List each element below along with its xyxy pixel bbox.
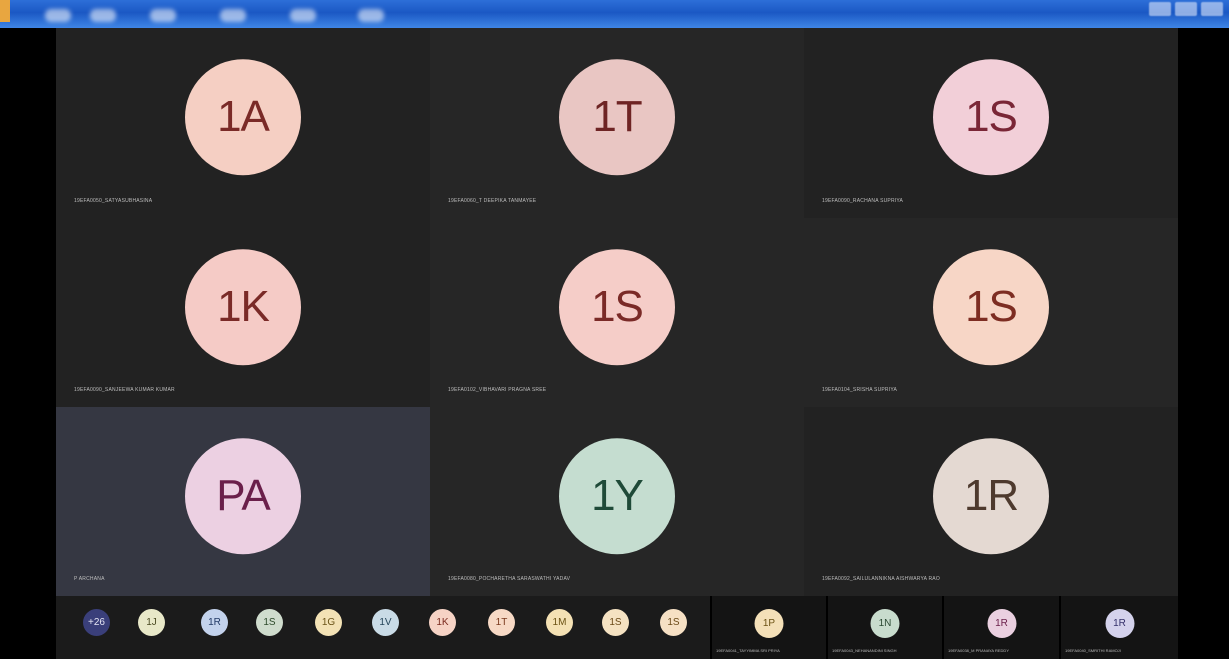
taskbar-app-icon[interactable] xyxy=(358,9,384,22)
strip-participant-avatar[interactable]: 1M xyxy=(546,609,573,636)
taskbar-app-icon[interactable] xyxy=(90,9,116,22)
strip-participant-tile[interactable]: 1R 19EFA0040_SMRITHI RAMOJI xyxy=(1059,596,1178,659)
strip-participant-avatar[interactable]: 1T xyxy=(488,609,515,636)
strip-participant-avatar[interactable]: 1V xyxy=(372,609,399,636)
strip-participant-avatar: 1P xyxy=(754,609,784,638)
strip-participant-avatar: 1R xyxy=(987,609,1016,638)
strip-participant-tile[interactable]: 1P 19EFA0041_TAYYIMMA SRI PRIYA xyxy=(710,596,826,659)
participant-tile[interactable]: 1S 19EFA0102_VIBHAVARI PRAGNA SREE xyxy=(430,218,804,407)
participant-avatar: PA xyxy=(185,437,301,554)
participant-name: 19EFA0090_RACHANA SUPRIYA xyxy=(822,198,904,204)
window-controls xyxy=(1143,0,1229,28)
taskbar-app-icon[interactable] xyxy=(150,9,176,22)
participant-avatar: 1T xyxy=(559,59,675,176)
participant-strip: +26 1J 1R 1S 1G 1V 1K 1T 1M 1S 1S 1P 19EFA0041_TAYYI… xyxy=(56,596,1178,659)
participant-name: 19EFA0104_SRISHA SUPRIYA xyxy=(822,387,898,393)
participant-tile[interactable]: 1R 19EFA0092_SAILULANNIKNA AISHWARYA RAO xyxy=(804,407,1178,596)
participant-tile[interactable]: PA P ARCHANA xyxy=(56,407,430,596)
participant-tile[interactable]: 1T 19EFA0060_T DEEPIKA TANMAYEE xyxy=(430,28,804,218)
participant-tile[interactable]: 1S 19EFA0104_SRISHA SUPRIYA xyxy=(804,218,1178,407)
participant-avatar: 1S xyxy=(559,248,675,365)
strip-participant-name: 19EFA0040_SMRITHI RAMOJI xyxy=(1065,648,1121,653)
participant-avatar: 1S xyxy=(933,248,1049,365)
strip-participant-name: 19EFA0038_M PRANAYA REDDY xyxy=(948,648,1009,653)
participant-tile[interactable]: 1Y 19EFA0080_POCHARETHA SARASWATHI YADAV xyxy=(430,407,804,596)
more-participants-button[interactable]: +26 xyxy=(83,609,110,636)
strip-participant-avatar[interactable]: 1G xyxy=(315,609,342,636)
participant-grid: 1A 19EFA0050_SATYASUBHASINA 1T 19EFA0060_T … xyxy=(56,28,1178,596)
strip-participant-avatar[interactable]: 1S xyxy=(256,609,283,636)
participant-name: 19EFA0050_SATYASUBHASINA xyxy=(74,198,153,204)
participant-avatar: 1R xyxy=(933,437,1049,554)
meeting-stage: 1A 19EFA0050_SATYASUBHASINA 1T 19EFA0060_T … xyxy=(0,28,1229,659)
participant-avatar: 1Y xyxy=(559,437,675,554)
participant-tile[interactable]: 1A 19EFA0050_SATYASUBHASINA xyxy=(56,28,430,218)
participant-tile[interactable]: 1K 19EFA0090_SANJEEWA KUMAR KUMAR xyxy=(56,218,430,407)
strip-participant-avatar[interactable]: 1S xyxy=(602,609,629,636)
strip-participant-avatar[interactable]: 1J xyxy=(138,609,165,636)
participant-name: 19EFA0060_T DEEPIKA TANMAYEE xyxy=(448,198,537,204)
participant-avatar: 1K xyxy=(185,248,301,365)
strip-participant-avatar: 1N xyxy=(870,609,900,638)
strip-participant-avatar[interactable]: 1K xyxy=(429,609,456,636)
strip-participant-tile[interactable]: 1N 19EFA0043_NEHANANDINI SINGH xyxy=(826,596,942,659)
minimize-icon[interactable] xyxy=(1149,2,1171,16)
strip-participant-avatar[interactable]: 1R xyxy=(201,609,228,636)
taskbar-app-icon[interactable] xyxy=(290,9,316,22)
participant-name: 19EFA0080_POCHARETHA SARASWATHI YADAV xyxy=(448,576,571,582)
participant-name: P ARCHANA xyxy=(74,576,105,582)
strip-participant-name: 19EFA0041_TAYYIMMA SRI PRIYA xyxy=(716,648,780,653)
maximize-icon[interactable] xyxy=(1175,2,1197,16)
taskbar-app-icon[interactable] xyxy=(45,9,71,22)
participant-name: 19EFA0092_SAILULANNIKNA AISHWARYA RAO xyxy=(822,576,940,582)
os-taskbar xyxy=(0,0,1229,28)
strip-participant-avatar[interactable]: 1S xyxy=(660,609,687,636)
participant-name: 19EFA0102_VIBHAVARI PRAGNA SREE xyxy=(448,387,547,393)
participant-avatar: 1S xyxy=(933,59,1049,176)
start-icon[interactable] xyxy=(0,0,10,22)
participant-name: 19EFA0090_SANJEEWA KUMAR KUMAR xyxy=(74,387,175,393)
strip-participant-name: 19EFA0043_NEHANANDINI SINGH xyxy=(832,648,897,653)
strip-participant-avatar: 1R xyxy=(1105,609,1134,638)
participant-avatar: 1A xyxy=(185,59,301,176)
taskbar-app-icon[interactable] xyxy=(220,9,246,22)
participant-tile[interactable]: 1S 19EFA0090_RACHANA SUPRIYA xyxy=(804,28,1178,218)
strip-participant-tile[interactable]: 1R 19EFA0038_M PRANAYA REDDY xyxy=(942,596,1059,659)
close-icon[interactable] xyxy=(1201,2,1223,16)
